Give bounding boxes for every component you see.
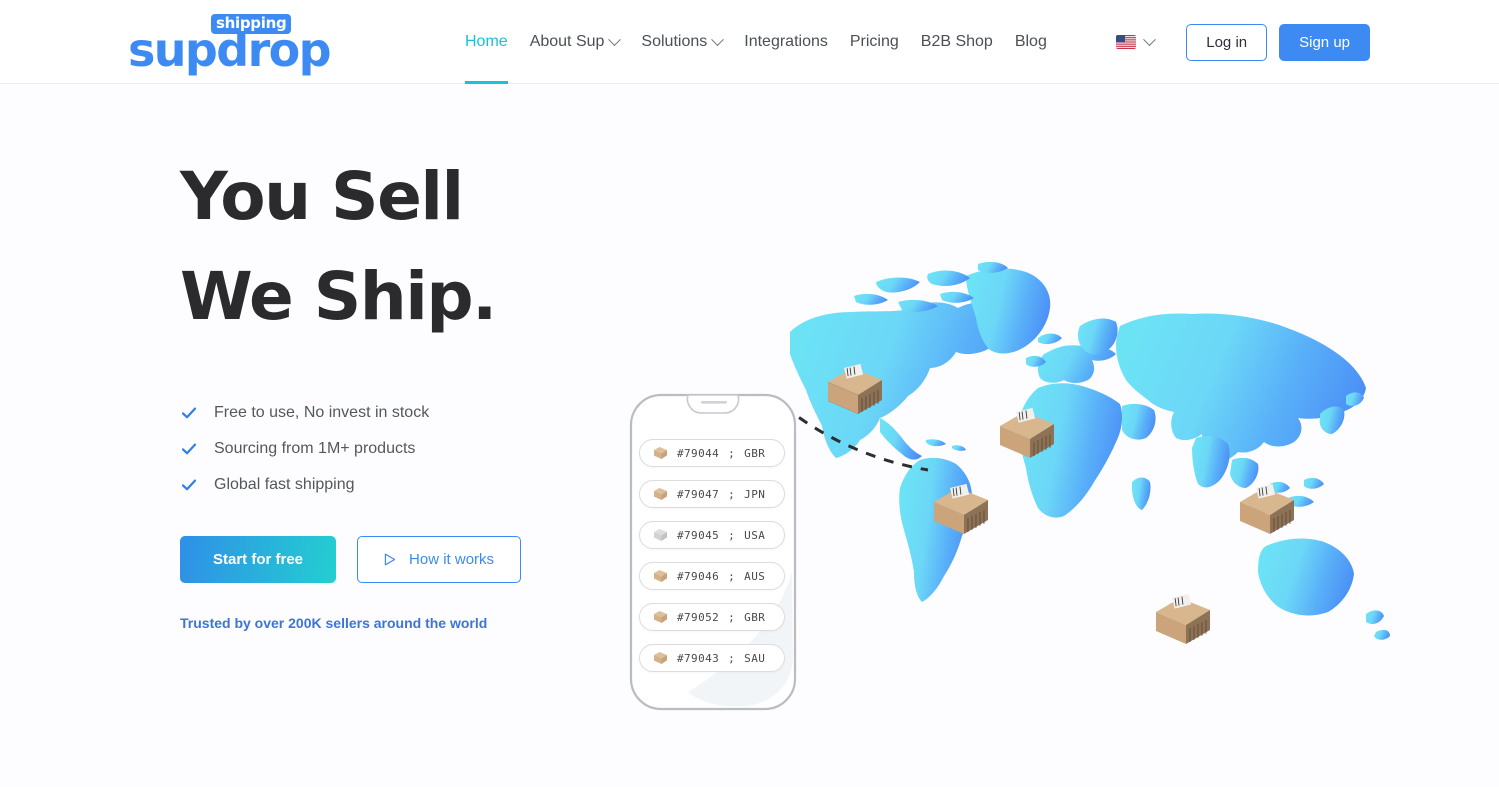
nav-label: Solutions xyxy=(641,33,708,50)
nav-item-blog[interactable]: Blog xyxy=(1004,0,1058,84)
logo-badge: shipping xyxy=(211,14,292,34)
nav-item-b2b-shop[interactable]: B2B Shop xyxy=(910,0,1004,84)
order-id: #79046 xyxy=(677,569,720,583)
hero-copy: You Sell We Ship. Free to use, No invest… xyxy=(180,164,650,631)
cta-row: Start for free How it works xyxy=(180,536,650,583)
nav-item-about-sup[interactable]: About Sup xyxy=(519,0,631,84)
list-item: Global fast shipping xyxy=(180,476,650,494)
chevron-down-icon xyxy=(711,32,725,46)
order-separator: ; xyxy=(728,610,736,624)
check-icon xyxy=(181,443,197,455)
order-country: SAU xyxy=(744,651,766,665)
order-id: #79043 xyxy=(677,651,720,665)
login-button[interactable]: Log in xyxy=(1186,23,1268,61)
trusted-link[interactable]: Trusted by over 200K sellers around the … xyxy=(180,615,650,631)
package-icon xyxy=(654,488,667,500)
order-id: #79047 xyxy=(677,487,720,501)
check-icon xyxy=(181,407,197,419)
nav-label: Integrations xyxy=(744,33,828,50)
site-header: supdrop shipping Home About Sup Solution… xyxy=(0,0,1499,84)
package-east-asia-icon xyxy=(1240,483,1294,534)
check-icon xyxy=(181,479,197,491)
headline-line-1: You Sell xyxy=(180,158,464,235)
dashed-route-line xyxy=(783,404,929,472)
order-id: #79044 xyxy=(677,446,720,460)
order-country: GBR xyxy=(744,610,766,624)
list-item-label: Sourcing from 1M+ products xyxy=(214,440,416,457)
play-icon xyxy=(384,553,396,566)
package-icon xyxy=(654,652,667,664)
logo[interactable]: supdrop shipping xyxy=(128,14,332,73)
package-icon xyxy=(654,529,667,541)
hero-illustration: #79044 ; GBR #79047 ; JPN #79045 ; USA #… xyxy=(600,234,1430,754)
list-item[interactable]: #79047 ; JPN xyxy=(639,480,785,508)
chevron-down-icon xyxy=(1143,32,1157,46)
nav-label: Pricing xyxy=(849,33,899,50)
list-item[interactable]: #79044 ; GBR xyxy=(639,439,785,467)
order-separator: ; xyxy=(728,528,736,542)
feature-list: Free to use, No invest in stock Sourcing… xyxy=(180,404,650,494)
language-selector[interactable] xyxy=(1116,32,1168,49)
page-title: You Sell We Ship. xyxy=(180,164,650,330)
order-country: AUS xyxy=(744,569,766,583)
hero-section: You Sell We Ship. Free to use, No invest… xyxy=(0,84,1499,787)
nav-label: Blog xyxy=(1014,33,1047,50)
nav-item-home[interactable]: Home xyxy=(465,0,519,84)
nav-item-pricing[interactable]: Pricing xyxy=(839,0,910,84)
package-atlantic-icon xyxy=(934,483,988,534)
nav-item-solutions[interactable]: Solutions xyxy=(630,0,733,84)
package-europe-icon xyxy=(1000,407,1054,458)
nav-label: B2B Shop xyxy=(920,33,993,50)
package-oceania-icon xyxy=(1156,593,1210,644)
how-it-works-label: How it works xyxy=(409,551,495,568)
order-country: USA xyxy=(744,528,766,542)
start-for-free-button[interactable]: Start for free xyxy=(180,536,337,583)
how-it-works-button[interactable]: How it works xyxy=(357,536,522,583)
package-north-america-icon xyxy=(828,363,882,414)
header-actions: Log in Sign up xyxy=(1116,0,1370,84)
package-icon xyxy=(654,570,667,582)
order-country: GBR xyxy=(744,446,766,460)
order-id: #79052 xyxy=(677,610,720,624)
order-list: #79044 ; GBR #79047 ; JPN #79045 ; USA #… xyxy=(639,439,789,685)
list-item[interactable]: #79046 ; AUS xyxy=(639,562,785,590)
order-separator: ; xyxy=(728,446,736,460)
us-flag-icon xyxy=(1116,35,1137,49)
package-icon xyxy=(654,611,667,623)
main-navigation: Home About Sup Solutions Integrations Pr… xyxy=(465,0,1058,84)
package-icon xyxy=(654,447,667,459)
headline-line-2: We Ship. xyxy=(180,258,497,335)
order-separator: ; xyxy=(728,487,736,501)
list-item[interactable]: #79045 ; USA xyxy=(639,521,785,549)
nav-label: About Sup xyxy=(529,33,605,50)
list-item[interactable]: #79052 ; GBR xyxy=(639,603,785,631)
order-id: #79045 xyxy=(677,528,720,542)
order-separator: ; xyxy=(728,651,736,665)
order-country: JPN xyxy=(744,487,766,501)
signup-button[interactable]: Sign up xyxy=(1279,23,1370,61)
list-item[interactable]: #79043 ; SAU xyxy=(639,644,785,672)
list-item-label: Global fast shipping xyxy=(214,476,355,493)
chevron-down-icon xyxy=(608,32,622,46)
list-item: Free to use, No invest in stock xyxy=(180,404,650,422)
list-item-label: Free to use, No invest in stock xyxy=(214,404,430,421)
list-item: Sourcing from 1M+ products xyxy=(180,440,650,458)
order-separator: ; xyxy=(728,569,736,583)
nav-label: Home xyxy=(465,33,508,50)
nav-item-integrations[interactable]: Integrations xyxy=(733,0,839,84)
